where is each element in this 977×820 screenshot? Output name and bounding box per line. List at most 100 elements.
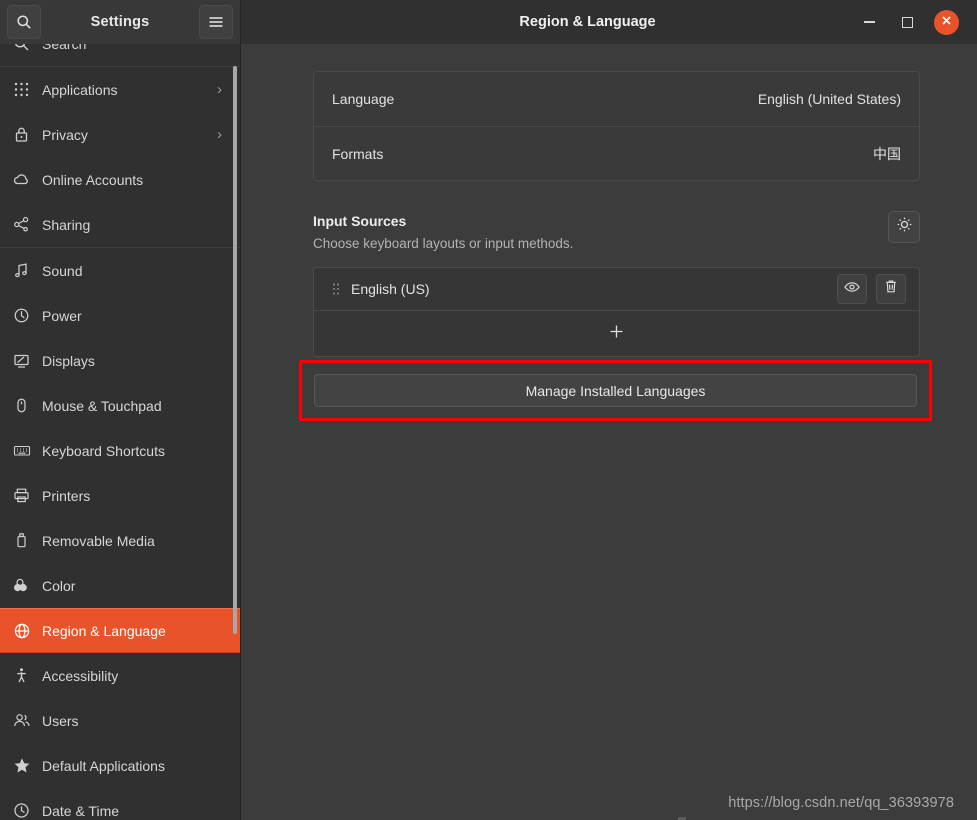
eye-icon xyxy=(844,280,860,298)
main-panel: Region & Language Language English (Unit… xyxy=(241,0,977,820)
sidebar-item-label: Sharing xyxy=(42,216,91,233)
manage-installed-languages-button[interactable]: Manage Installed Languages xyxy=(314,374,917,407)
input-source-row[interactable]: English (US) xyxy=(314,268,919,311)
maximize-icon xyxy=(901,16,913,28)
language-value: English (United States) xyxy=(757,91,901,107)
input-sources-header: Input Sources Choose keyboard layouts or… xyxy=(313,211,920,253)
sidebar-item-sound[interactable]: Sound xyxy=(0,248,240,293)
close-button[interactable] xyxy=(934,9,959,35)
sidebar-scrollbar[interactable] xyxy=(233,66,237,634)
input-sources-title: Input Sources xyxy=(313,213,407,229)
sidebar-item-label: Removable Media xyxy=(42,532,155,549)
sidebar-item-date-time[interactable]: Date & Time xyxy=(0,788,240,820)
accessibility-icon xyxy=(13,667,39,684)
keyboard-icon xyxy=(13,442,39,459)
sidebar-item-applications[interactable]: Applications › xyxy=(0,67,240,112)
chevron-right-icon: › xyxy=(217,126,222,143)
sidebar-item-label: Date & Time xyxy=(42,802,120,819)
minimize-button[interactable] xyxy=(858,11,880,33)
sidebar-item-region-language[interactable]: Region & Language xyxy=(0,608,240,653)
input-sources-settings-button[interactable] xyxy=(888,211,920,243)
close-icon xyxy=(941,13,952,31)
clock-icon xyxy=(13,802,39,819)
drag-handle-icon[interactable] xyxy=(328,282,344,296)
sidebar-item-mouse-touchpad[interactable]: Mouse & Touchpad xyxy=(0,383,240,428)
sidebar-item-accessibility[interactable]: Accessibility xyxy=(0,653,240,698)
sidebar-item-label: Printers xyxy=(42,487,91,504)
sidebar-item-search[interactable]: Search xyxy=(0,44,240,66)
remove-source-button[interactable] xyxy=(876,274,906,304)
input-source-name: English (US) xyxy=(351,281,430,297)
chevron-right-icon: › xyxy=(217,81,222,98)
sidebar-item-label: Search xyxy=(39,44,226,52)
share-nodes-icon xyxy=(13,216,39,233)
plus-icon xyxy=(609,324,624,344)
manage-languages-highlight: Manage Installed Languages xyxy=(299,360,932,421)
sidebar-item-label: Keyboard Shortcuts xyxy=(42,442,165,459)
search-icon xyxy=(16,14,32,30)
input-source-actions xyxy=(837,274,906,304)
sidebar-item-label: Region & Language xyxy=(42,622,166,639)
sidebar-item-printers[interactable]: Printers xyxy=(0,473,240,518)
titlebar: Region & Language xyxy=(241,0,977,44)
hamburger-menu-icon xyxy=(208,15,224,29)
minimize-icon xyxy=(863,21,875,23)
maximize-button[interactable] xyxy=(896,11,918,33)
trash-icon xyxy=(884,279,898,299)
sidebar-title: Settings xyxy=(90,14,150,30)
language-label: Language xyxy=(332,91,395,107)
sidebar-item-default-applications[interactable]: Default Applications xyxy=(0,743,240,788)
sidebar-item-label: Accessibility xyxy=(42,667,119,684)
sidebar-item-power[interactable]: Power xyxy=(0,293,240,338)
gear-icon xyxy=(896,216,913,238)
watermark-text: https://blog.csdn.net/qq_36393978 xyxy=(728,795,954,811)
content-area: Language English (United States) Formats… xyxy=(241,44,977,820)
power-circle-icon xyxy=(13,307,39,324)
add-input-source-button[interactable] xyxy=(314,311,919,356)
menu-button[interactable] xyxy=(199,5,233,39)
sidebar-item-sharing[interactable]: Sharing xyxy=(0,202,240,247)
sidebar-item-users[interactable]: Users xyxy=(0,698,240,743)
settings-window: Settings Search xyxy=(0,0,977,820)
formats-label: Formats xyxy=(332,145,384,162)
sidebar-item-label: Displays xyxy=(42,352,95,369)
lock-icon xyxy=(13,126,39,143)
music-note-icon xyxy=(13,262,39,279)
sidebar-item-label: Sound xyxy=(42,262,83,279)
globe-icon xyxy=(13,622,39,640)
sidebar: Settings Search xyxy=(0,0,241,820)
sidebar-item-privacy[interactable]: Privacy › xyxy=(0,112,240,157)
sidebar-nav-list: Search Applications › xyxy=(0,44,240,820)
formats-value: 中国 xyxy=(873,145,901,162)
mouse-icon xyxy=(13,397,39,414)
sidebar-item-label: Applications xyxy=(42,81,118,98)
input-sources-list: English (US) xyxy=(313,267,920,357)
window-controls xyxy=(858,9,967,35)
sidebar-item-label: Privacy xyxy=(42,126,88,143)
monitor-icon xyxy=(13,352,39,369)
search-icon xyxy=(13,44,39,52)
sidebar-item-keyboard-shortcuts[interactable]: Keyboard Shortcuts xyxy=(0,428,240,473)
formats-row[interactable]: Formats 中国 xyxy=(314,126,919,180)
sidebar-item-label: Users xyxy=(42,712,79,729)
sidebar-item-label: Default Applications xyxy=(42,757,165,774)
sidebar-item-displays[interactable]: Displays xyxy=(0,338,240,383)
sidebar-item-removable-media[interactable]: Removable Media xyxy=(0,518,240,563)
sidebar-item-label: Mouse & Touchpad xyxy=(42,397,162,414)
color-circles-icon xyxy=(13,577,39,594)
language-row[interactable]: Language English (United States) xyxy=(314,72,919,126)
sidebar-item-online-accounts[interactable]: Online Accounts xyxy=(0,157,240,202)
users-icon xyxy=(13,712,39,729)
cloud-icon xyxy=(13,171,39,188)
grid-apps-icon xyxy=(13,81,39,98)
sidebar-item-label: Power xyxy=(42,307,82,324)
page-title: Region & Language xyxy=(519,14,656,30)
preview-layout-button[interactable] xyxy=(837,274,867,304)
search-button[interactable] xyxy=(7,5,41,39)
usb-drive-icon xyxy=(13,532,39,549)
sidebar-item-label: Color xyxy=(42,577,76,594)
sidebar-item-color[interactable]: Color xyxy=(0,563,240,608)
sidebar-scroll-area[interactable]: Search Applications › xyxy=(0,44,240,820)
star-icon xyxy=(13,757,39,774)
sidebar-header: Settings xyxy=(0,0,240,44)
